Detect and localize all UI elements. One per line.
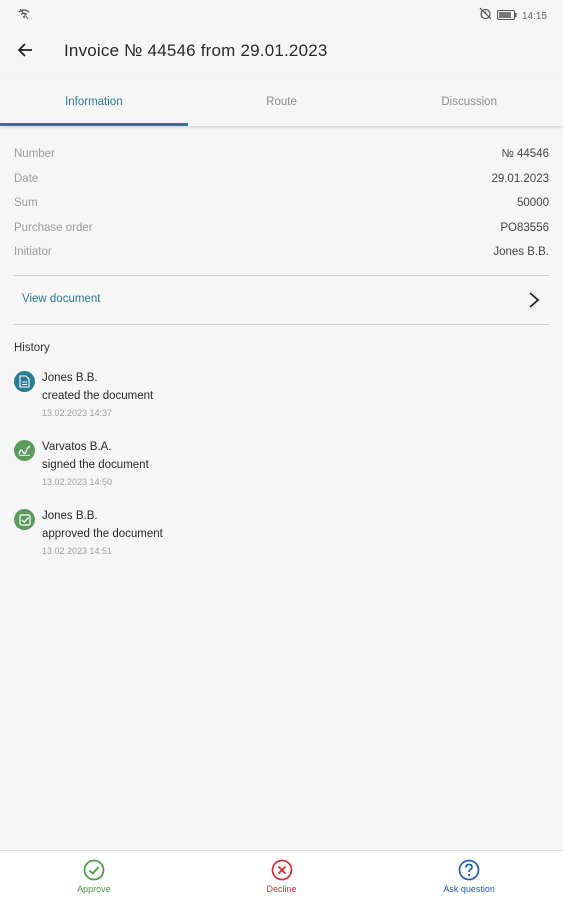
detail-row-initiator: Initiator Jones B.B. — [14, 240, 549, 265]
history-time: 13.02.2023 14:51 — [42, 546, 113, 556]
history-title: History — [14, 342, 50, 354]
tab-route[interactable]: Route — [188, 80, 376, 126]
detail-row-purchase-order: Purchase order PO83556 — [14, 216, 549, 241]
tab-bar: Information Route Discussion — [0, 80, 563, 126]
history-item: Jones B.B. approved the document 13.02.2… — [14, 509, 534, 565]
status-time: 14:15 — [521, 10, 547, 22]
detail-label: Purchase order — [14, 221, 93, 234]
history-time: 13.02.2023 14:50 — [42, 477, 113, 487]
detail-label: Initiator — [14, 246, 52, 259]
question-circle-icon — [458, 859, 480, 881]
detail-label: Sum — [14, 197, 38, 210]
decline-label: Decline — [266, 884, 297, 894]
x-circle-icon — [271, 859, 293, 881]
wifi-off-icon — [18, 7, 30, 25]
chevron-right-icon — [527, 290, 541, 315]
approve-button[interactable]: Approve — [0, 851, 188, 901]
battery-icon — [496, 7, 517, 25]
bottom-action-bar: Approve Decline Ask question — [0, 850, 563, 901]
history-action: created the document — [42, 390, 154, 402]
detail-row-sum: Sum 50000 — [14, 191, 549, 216]
detail-value: PO83556 — [500, 221, 549, 234]
history-time: 13.02.2023 14:37 — [42, 408, 113, 418]
ask-question-label: Ask question — [443, 884, 495, 894]
signature-icon — [14, 440, 35, 461]
detail-value: 50000 — [517, 197, 549, 210]
detail-value: Jones B.B. — [493, 246, 549, 259]
history-item: Varvatos B.A. signed the document 13.02.… — [14, 440, 534, 496]
history-item: Jones B.B. created the document 13.02.20… — [14, 371, 534, 427]
detail-row-date: Date 29.01.2023 — [14, 167, 549, 192]
divider — [14, 275, 549, 276]
app-bar: Invoice № 44546 from 29.01.2023 — [0, 28, 563, 76]
history-user: Varvatos B.A. — [42, 441, 112, 453]
decline-button[interactable]: Decline — [188, 851, 376, 901]
history-user: Jones B.B. — [42, 372, 98, 384]
divider — [14, 324, 549, 325]
history-user: Jones B.B. — [42, 510, 98, 522]
alarm-off-icon — [479, 7, 492, 25]
history-action: signed the document — [42, 459, 149, 471]
detail-value: № 44546 — [501, 148, 549, 160]
checkbox-icon — [14, 509, 35, 530]
detail-label: Date — [14, 172, 39, 185]
status-bar: 14:15 — [0, 0, 563, 28]
view-document-row[interactable]: View document — [14, 277, 549, 324]
back-button[interactable] — [12, 39, 38, 65]
history-action: approved the document — [42, 528, 163, 540]
tab-discussion[interactable]: Discussion — [375, 80, 563, 126]
check-circle-icon — [83, 859, 105, 881]
document-details: Number № 44546 Date 29.01.2023 Sum 50000… — [14, 142, 549, 265]
tab-information[interactable]: Information — [0, 80, 188, 126]
page-title: Invoice № 44546 from 29.01.2023 — [64, 41, 328, 60]
detail-row-number: Number № 44546 — [14, 142, 549, 167]
view-document-label: View document — [22, 293, 101, 305]
document-icon — [14, 371, 35, 392]
detail-label: Number — [14, 148, 55, 160]
detail-value: 29.01.2023 — [491, 172, 549, 185]
approve-label: Approve — [77, 884, 111, 894]
ask-question-button[interactable]: Ask question — [375, 851, 563, 901]
arrow-left-icon — [16, 41, 34, 64]
